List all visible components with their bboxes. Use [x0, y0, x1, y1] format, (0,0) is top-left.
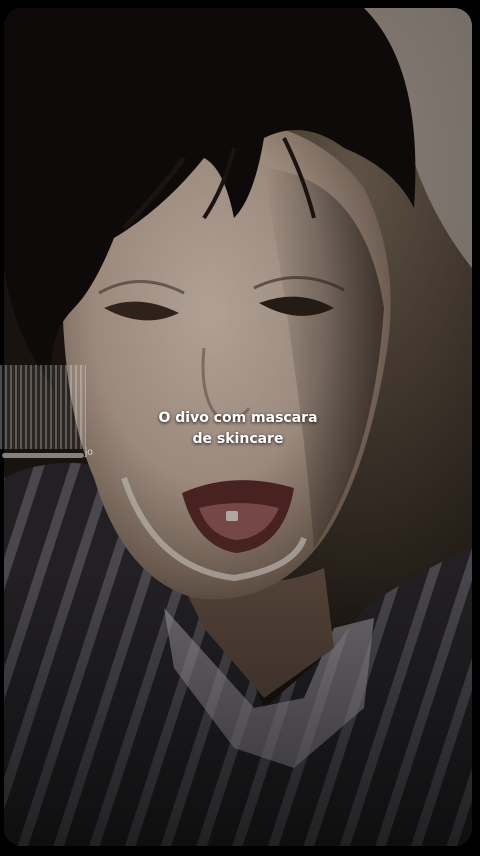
blurred-handle-text: [2, 453, 84, 458]
watermark-handle-suffix: jo: [85, 447, 93, 458]
watermark-handle: jo: [2, 447, 94, 461]
blurred-watermark: jo: [0, 365, 93, 461]
watermark-bars: [0, 365, 86, 449]
story-frame: O divo com mascara de skincare jo: [0, 0, 480, 856]
